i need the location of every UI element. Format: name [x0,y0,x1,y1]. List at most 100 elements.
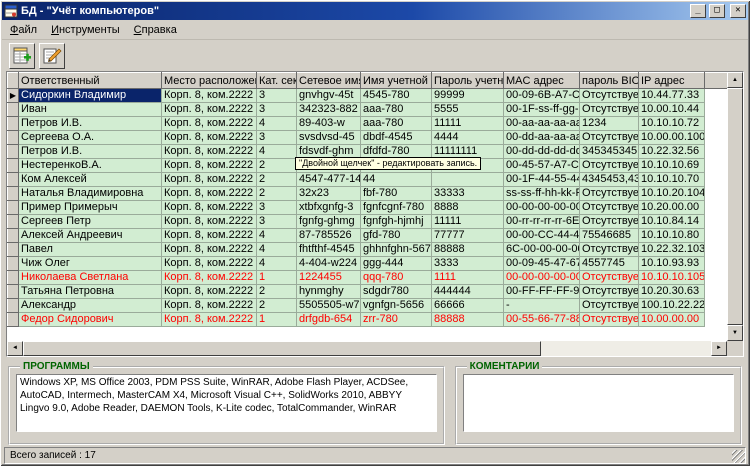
grid-cell-bios-password[interactable]: 4557745 [579,256,639,271]
grid-cell-location[interactable]: Корп. 8, ком.2222 [161,284,257,299]
column-header-responsible[interactable]: Ответственный [18,72,162,89]
grid-cell-network-name[interactable]: 342323-882 [296,102,361,117]
grid-cell-category[interactable]: 2 [256,284,297,299]
grid-cell-name[interactable]: Павел [18,242,162,257]
row-indicator[interactable] [7,298,19,313]
grid-cell-network-name[interactable]: gnvhgv-45t [296,88,361,103]
grid-cell-bios-password[interactable]: 1234 [579,116,639,131]
grid-cell-mac[interactable]: ss-ss-ff-hh-kk-F6 [503,186,580,201]
grid-cell-name[interactable]: Петров И.В. [18,144,162,159]
grid-cell-name[interactable]: Сергеева О.А. [18,130,162,145]
grid-cell-ip[interactable]: 100.10.22.22 [638,298,705,313]
minimize-button[interactable]: _ [690,4,706,18]
column-header-ip[interactable]: IP адрес [638,72,705,89]
grid-cell-category[interactable]: 4 [256,116,297,131]
row-indicator[interactable] [7,144,19,159]
row-indicator[interactable] [7,158,19,173]
titlebar[interactable]: БД - "Учёт компьютеров" _ □ ✕ [2,2,748,20]
column-header-bios-password[interactable]: пароль BIOS [579,72,639,89]
table-row[interactable]: Чиж Олег Корп. 8, ком.2222 4 4-404-w224 ggg-… [7,256,729,271]
programs-textbox[interactable]: Windows XP, MS Office 2003, PDM PSS Suit… [16,374,437,432]
grid-cell-ip[interactable]: 10.00.10.44 [638,102,705,117]
grid-cell-network-name[interactable]: 4-404-w224 [296,256,361,271]
grid-cell-bios-password[interactable]: Отсутствует [579,130,639,145]
table-row[interactable]: Федор Сидорович Корп. 8, ком.2222 1 drfgdb-… [7,312,729,327]
resize-grip[interactable] [732,450,745,463]
row-indicator[interactable] [7,270,19,285]
table-row[interactable]: Николаева Светлана Корп. 8, ком.2222 1 1224… [7,270,729,285]
grid-cell-ip[interactable]: 10.22.32.103 [638,242,705,257]
row-indicator[interactable] [7,200,19,215]
grid-cell-account-password[interactable]: 88888 [431,312,504,327]
grid-cell-bios-password[interactable]: Отсутствует [579,186,639,201]
grid-cell-ip[interactable]: 10.10.10.70 [638,172,705,187]
horizontal-scrollbar-thumb[interactable] [23,341,542,356]
grid-cell-ip[interactable]: 10.22.32.56 [638,144,705,159]
grid-cell-mac[interactable]: 00-1F-44-55-44-77 [503,172,580,187]
table-row[interactable]: Алексей Андреевич Корп. 8, ком.2222 4 87-78… [7,228,729,243]
grid-cell-name[interactable]: Федор Сидорович [18,312,162,327]
row-indicator[interactable] [7,284,19,299]
column-header-network-name[interactable]: Сетевое имя [296,72,361,89]
grid-cell-account-name[interactable]: zrr-780 [360,312,432,327]
grid-cell-category[interactable]: 2 [256,186,297,201]
grid-cell-name[interactable]: Татьяна Петровна [18,284,162,299]
column-header-location[interactable]: Место расположения [161,72,257,89]
grid-cell-location[interactable]: Корп. 8, ком.2222 [161,200,257,215]
grid-cell-name[interactable]: Иван [18,102,162,117]
column-header-account-name[interactable]: Имя учетной записи [360,72,432,89]
grid-cell-network-name[interactable]: hynmghy [296,284,361,299]
grid-cell-mac[interactable]: 00-00-00-00-00-00 [503,200,580,215]
app-icon[interactable] [4,4,18,18]
grid-cell-category[interactable]: 4 [256,228,297,243]
grid-cell-name[interactable]: Александр [18,298,162,313]
grid-cell-mac[interactable]: 6C-00-00-00-00-00 [503,242,580,257]
grid-cell-network-name[interactable]: 89-403-w [296,116,361,131]
grid-cell-bios-password[interactable]: Отсутствует [579,200,639,215]
grid-cell-bios-password[interactable]: Отсутствует [579,270,639,285]
grid-cell-name[interactable]: Николаева Светлана [18,270,162,285]
grid-cell-account-name[interactable]: fgnfgh-hjmhj [360,214,432,229]
grid-cell-category[interactable]: 2 [256,158,297,173]
table-row[interactable]: ▶ Сидоркин Владимир Корп. 8, ком.2222 3 gnvh… [7,88,729,103]
grid-cell-location[interactable]: Корп. 8, ком.2222 [161,186,257,201]
grid-cell-account-password[interactable]: 4444 [431,130,504,145]
grid-cell-bios-password[interactable]: Отсутствует [579,102,639,117]
table-row[interactable]: Сергеев Петр Корп. 8, ком.2222 3 fgnfg-ghmg… [7,214,729,229]
table-row[interactable]: Иван Корп. 8, ком.2222 3 342323-882 ааа-780 5… [7,102,729,117]
grid-cell-location[interactable]: Корп. 8, ком.2222 [161,130,257,145]
grid-cell-location[interactable]: Корп. 8, ком.2222 [161,158,257,173]
grid-cell-location[interactable]: Корп. 8, ком.2222 [161,228,257,243]
grid-cell-name[interactable]: Сидоркин Владимир [18,88,162,103]
vertical-scrollbar[interactable]: ▲ ▼ [727,72,743,341]
grid-cell-network-name[interactable]: fgnfg-ghmg [296,214,361,229]
table-row[interactable]: Петров И.В. Корп. 8, ком.2222 4 89-403-w ааа… [7,116,729,131]
grid-cell-account-password[interactable]: 3333 [431,256,504,271]
grid-cell-bios-password[interactable]: Отсутствует [579,88,639,103]
grid-cell-network-name[interactable]: 32x23 [296,186,361,201]
grid-cell-location[interactable]: Корп. 8, ком.2222 [161,270,257,285]
grid-cell-account-password[interactable]: 99999 [431,88,504,103]
grid-cell-ip[interactable]: 10.00.00.00 [638,312,705,327]
scroll-right-icon[interactable]: ► [711,341,727,356]
grid-cell-mac[interactable]: 00-55-66-77-88-38 [503,312,580,327]
table-row[interactable]: Пример Примерыч Корп. 8, ком.2222 3 xtbfxgn… [7,200,729,215]
grid-cell-bios-password[interactable]: Отсутствует [579,312,639,327]
grid-cell-category[interactable]: 3 [256,214,297,229]
grid-cell-ip[interactable]: 10.10.20.104 [638,186,705,201]
grid-cell-category[interactable]: 3 [256,130,297,145]
grid-cell-ip[interactable]: 10.10.10.105 [638,270,705,285]
grid-cell-account-name[interactable]: sdgdr780 [360,284,432,299]
grid-cell-account-password[interactable]: 66666 [431,298,504,313]
grid-cell-location[interactable]: Корп. 8, ком.2222 [161,256,257,271]
row-indicator[interactable] [7,256,19,271]
grid-cell-account-password[interactable]: 77777 [431,228,504,243]
grid-cell-category[interactable]: 1 [256,312,297,327]
row-indicator[interactable] [7,186,19,201]
table-row[interactable]: Павел Корп. 8, ком.2222 4 fhtfthf-4545 ghhnf… [7,242,729,257]
add-record-button[interactable] [9,42,35,69]
grid-cell-bios-password[interactable]: 75546685 [579,228,639,243]
grid-cell-mac[interactable]: - [503,298,580,313]
grid-cell-mac[interactable]: 00-45-57-A7-C7-77 [503,158,580,173]
grid-cell-category[interactable]: 2 [256,298,297,313]
